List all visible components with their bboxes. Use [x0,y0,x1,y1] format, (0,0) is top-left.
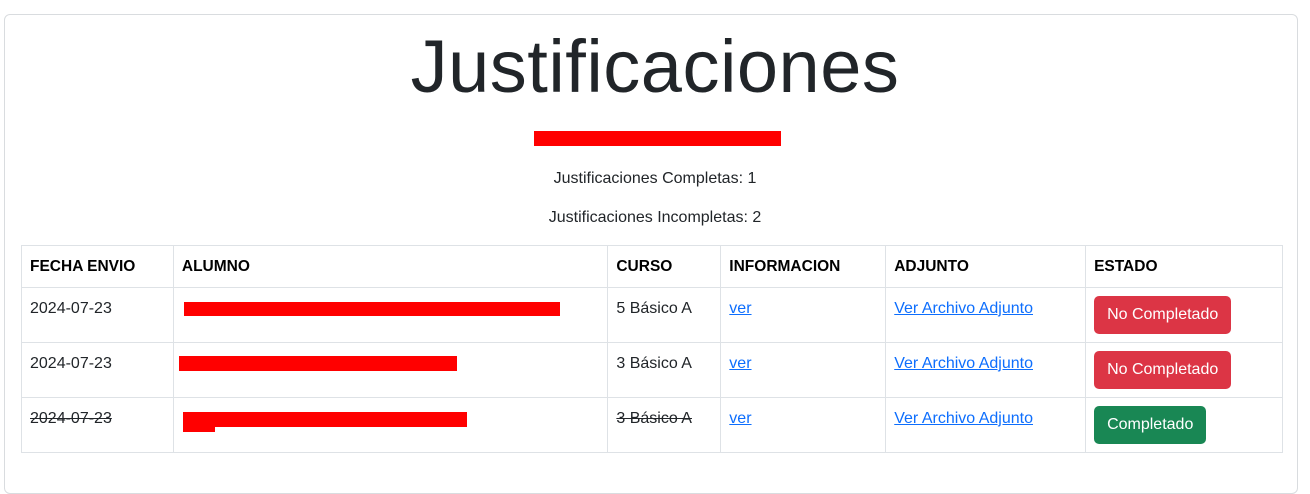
page-title: Justificaciones [410,25,900,108]
table-row: 2024-07-23 5 Básico A ver Ver Archivo Ad… [21,287,1283,343]
fecha-cell: 2024-07-23 [21,397,174,453]
redacted-student-name [182,412,467,427]
ver-link[interactable]: ver [729,355,751,372]
estado-cell: Completado [1085,397,1283,453]
alumno-cell [172,287,609,343]
fecha-cell: 2024-07-23 [21,287,174,343]
alumno-cell [172,397,609,453]
estado-cell: No Completado [1085,342,1283,398]
attachment-link[interactable]: Ver Archivo Adjunto [894,355,1033,372]
col-header-fecha: FECHA ENVIO [21,245,174,288]
estado-cell: No Completado [1085,287,1283,343]
status-badge[interactable]: No Completado [1094,296,1232,334]
fecha-cell: 2024-07-23 [21,342,174,398]
status-badge[interactable]: No Completado [1094,351,1232,389]
attachment-link[interactable]: Ver Archivo Adjunto [894,410,1033,427]
completed-count: Justificaciones Completas: 1 [553,170,757,187]
redacted-student-name-extra [182,418,215,432]
redacted-subtitle [534,131,781,146]
curso-cell: 5 Básico A [607,287,722,343]
table-row: 2024-07-23 3 Básico A ver Ver Archivo Ad… [21,342,1283,398]
ver-link[interactable]: ver [729,410,751,427]
attachment-link[interactable]: Ver Archivo Adjunto [894,300,1033,317]
col-header-adjunto: ADJUNTO [885,245,1087,288]
table-row: 2024-07-23 3 Básico A ver Ver Archivo Ad… [21,397,1283,453]
informacion-cell: ver [720,397,887,453]
curso-cell: 3 Básico A [607,397,722,453]
informacion-cell: ver [720,287,887,343]
alumno-cell [172,342,609,398]
col-header-informacion: INFORMACION [720,245,887,288]
redacted-student-name [178,356,457,371]
informacion-cell: ver [720,342,887,398]
table-header-row: FECHA ENVIO ALUMNO CURSO INFORMACION ADJ… [21,245,1283,288]
incomplete-count: Justificaciones Incompletas: 2 [548,209,762,226]
col-header-estado: ESTADO [1085,245,1283,288]
adjunto-cell: Ver Archivo Adjunto [885,397,1087,453]
status-badge[interactable]: Completado [1094,406,1207,444]
adjunto-cell: Ver Archivo Adjunto [885,342,1087,398]
col-header-curso: CURSO [607,245,722,288]
ver-link[interactable]: ver [729,300,751,317]
redacted-student-name [183,302,560,316]
adjunto-cell: Ver Archivo Adjunto [885,287,1087,343]
col-header-alumno: ALUMNO [172,245,609,288]
justifications-table: FECHA ENVIO ALUMNO CURSO INFORMACION ADJ… [21,245,1283,453]
curso-cell: 3 Básico A [607,342,722,398]
